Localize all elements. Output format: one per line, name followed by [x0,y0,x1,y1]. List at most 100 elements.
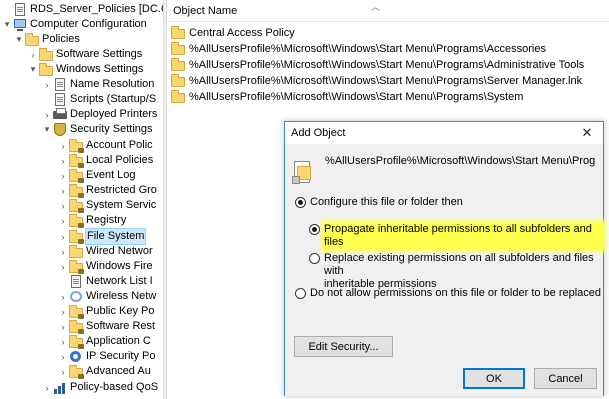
chevron-right-icon[interactable]: › [58,244,68,259]
chevron-right-icon[interactable]: › [58,334,68,349]
tree-item-label: Software Rest [86,320,156,332]
folder-icon [171,90,185,103]
chevron-right-icon[interactable]: › [42,107,52,122]
tree-item-label: IP Security Po [86,350,156,362]
radio-configure-label: Configure this file or folder then [310,196,463,208]
chevron-right-icon[interactable]: › [58,364,68,379]
folder-icon [69,230,84,244]
list-header[interactable]: Object Name ︿ [167,0,609,22]
chevron-right-icon[interactable]: › [58,183,68,198]
tree-item[interactable]: ▾ Computer Configuration [2,17,147,32]
tree-item[interactable]: › Wired Networ [58,244,153,259]
chevron-right-icon[interactable]: › [58,319,68,334]
folder-icon [69,365,84,379]
tree-item-label: Windows Fire [86,260,153,272]
tree-item[interactable]: › Policy-based QoS [42,380,158,395]
tree-item[interactable]: Scripts (Startup/S [42,92,156,107]
tree-item-label: Wireless Netw [86,290,157,302]
chevron-right-icon [2,2,12,17]
list-item-label: %AllUsersProfile%\Microsoft\Windows\Star… [189,58,585,71]
chevron-down-icon[interactable]: ▾ [2,17,12,32]
tree-item[interactable]: › Name Resolution [42,77,154,92]
folder-icon [69,199,84,213]
folder-icon [39,48,53,61]
tree-item[interactable]: › Software Rest [58,319,155,334]
tree-item-label: Windows Settings [56,63,144,75]
folder-icon [69,154,84,168]
chevron-right-icon[interactable]: › [58,229,68,244]
chevron-down-icon[interactable]: ▾ [14,32,24,47]
radio-deny-button[interactable] [295,288,306,299]
tree-item[interactable]: ▾ Windows Settings [28,62,143,77]
tree-item[interactable]: › Windows Fire [58,259,153,274]
wifi-icon [69,290,83,303]
folder-icon [69,139,84,153]
ok-button[interactable]: OK [463,368,525,389]
tree-item[interactable]: ▾ Policies [14,32,80,47]
tree-item-label: Event Log [86,169,136,181]
radio-propagate-button[interactable] [309,224,320,235]
tree-item[interactable]: › File System [58,228,147,245]
chevron-right-icon[interactable]: › [58,349,68,364]
list-item[interactable]: %AllUsersProfile%\Microsoft\Windows\Star… [171,89,523,104]
tree-item[interactable]: › Restricted Gro [58,183,157,198]
list-item[interactable]: %AllUsersProfile%\Microsoft\Windows\Star… [171,41,546,56]
chevron-right-icon[interactable]: › [58,259,68,274]
radio-deny[interactable]: Do not allow permissions on this file or… [295,287,601,300]
chevron-right-icon[interactable]: › [58,213,68,228]
radio-replace-button[interactable] [309,253,320,264]
chevron-right-icon[interactable]: › [42,380,52,395]
tree-item[interactable]: › Deployed Printers [42,107,157,122]
chevron-right-icon[interactable]: › [58,168,68,183]
radio-configure-button[interactable] [295,197,306,208]
chevron-down-icon[interactable]: ▾ [42,122,52,137]
document-icon [53,78,67,91]
tree-item[interactable]: ▾ Security Settings [42,122,153,137]
radio-replace[interactable]: Replace existing permissions on all subf… [309,252,603,291]
tree-item[interactable]: › Advanced Au [58,364,151,379]
sort-ascending-icon: ︿ [371,2,381,12]
chevron-right-icon[interactable]: › [58,138,68,153]
list-item[interactable]: %AllUsersProfile%\Microsoft\Windows\Star… [171,57,584,72]
chevron-right-icon[interactable]: › [58,304,68,319]
tree-item[interactable]: › Registry [58,213,126,228]
list-item[interactable]: Central Access Policy [171,25,295,40]
folder-icon [39,63,53,76]
folder-icon [69,320,84,334]
chevron-down-icon[interactable]: ▾ [28,62,38,77]
cancel-button[interactable]: Cancel [534,368,597,389]
edit-security-button[interactable]: Edit Security... [294,336,393,357]
list-item[interactable]: %AllUsersProfile%\Microsoft\Windows\Star… [171,73,582,88]
folder-icon [69,169,84,183]
list-item-label: %AllUsersProfile%\Microsoft\Windows\Star… [189,74,583,87]
chevron-right-icon[interactable]: › [58,289,68,304]
tree-item[interactable]: › System Servic [58,198,156,213]
folder-icon [69,305,84,319]
chevron-right-icon[interactable]: › [42,77,52,92]
tree-item[interactable]: RDS_Server_Policies [DC.CONTO [2,2,163,17]
tree-item[interactable]: › Public Key Po [58,304,154,319]
tree-item-label: Wired Networ [86,245,153,257]
folder-icon [25,33,39,46]
tree-item[interactable]: › Software Settings [28,47,142,62]
tree-item[interactable]: › Local Policies [58,153,153,168]
chevron-right-icon[interactable]: › [58,153,68,168]
tree-item[interactable]: › Account Polic [58,138,153,153]
console-tree[interactable]: RDS_Server_Policies [DC.CONTO ▾ Computer C… [0,0,163,399]
tree-item-label: Security Settings [70,123,153,135]
tree-item[interactable]: › Wireless Netw [58,289,156,304]
tree-item[interactable]: › Event Log [58,168,136,183]
tree-item[interactable]: › Application C [58,334,151,349]
chevron-right-icon[interactable]: › [28,47,38,62]
column-header-object-name[interactable]: Object Name [173,5,237,17]
radio-propagate[interactable]: Propagate inheritable permissions to all… [309,223,603,249]
tree-item[interactable]: › IP Security Po [58,349,156,364]
radio-configure[interactable]: Configure this file or folder then [295,196,463,209]
tree-item-label: Advanced Au [86,365,151,377]
document-icon [13,3,27,16]
tree-item[interactable]: Network List I [58,274,153,289]
close-icon[interactable]: ✕ [571,122,603,144]
tree-item-label: Policies [42,33,80,45]
dialog-title-bar[interactable]: Add Object ✕ [285,122,603,144]
chevron-right-icon[interactable]: › [58,198,68,213]
